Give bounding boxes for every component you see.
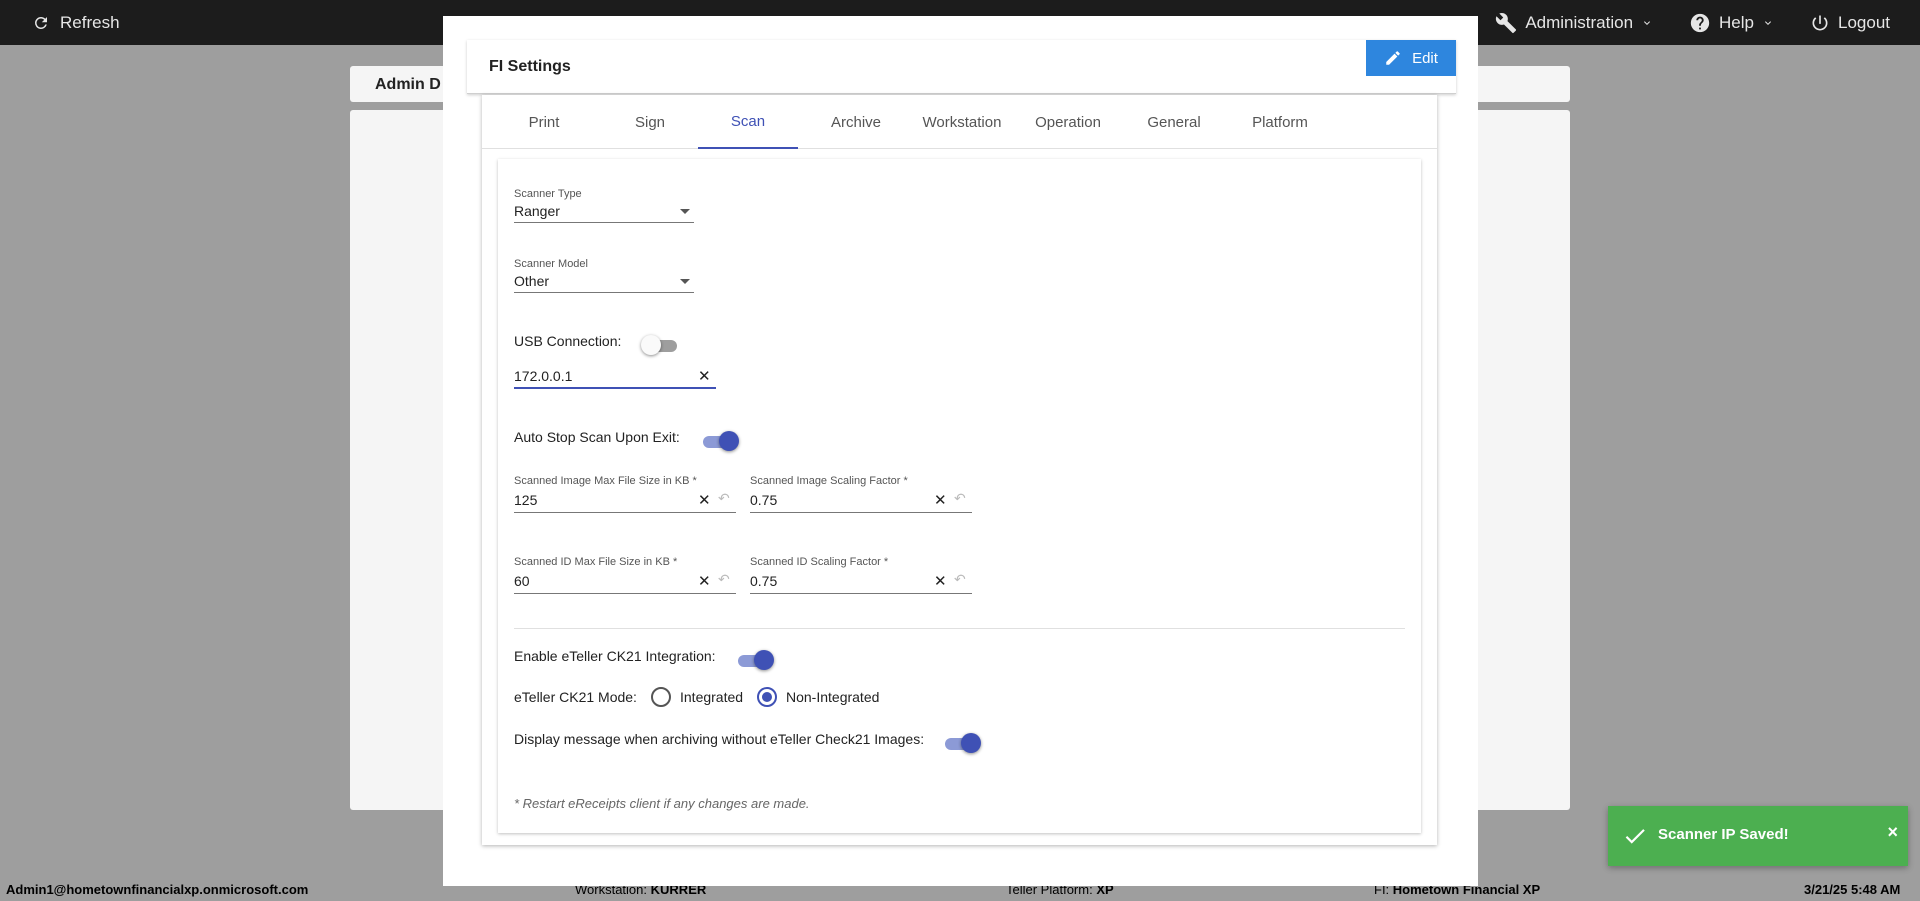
tab-archive[interactable]: Archive <box>806 95 906 149</box>
undo-icon[interactable]: ↶ <box>954 490 966 507</box>
power-icon <box>1812 15 1828 30</box>
toggle-thumb <box>719 431 739 451</box>
refresh-label: Refresh <box>60 12 120 32</box>
toggle-thumb <box>754 650 774 670</box>
administration-label: Administration <box>1525 12 1634 32</box>
id-max-size-value: 60 <box>514 573 530 589</box>
refresh-icon <box>35 16 47 29</box>
chevron-down-icon <box>1765 20 1771 25</box>
top-nav-menu: Administration Help Logout <box>1495 0 1890 45</box>
toggle-thumb <box>641 335 661 355</box>
image-max-size-input[interactable]: 125 ✕ ↶ <box>514 489 736 513</box>
checkmark-icon <box>1625 829 1645 844</box>
toast-message: Scanner IP Saved! <box>1658 826 1789 843</box>
scanner-model-value: Other <box>514 273 550 289</box>
radio-integrated[interactable] <box>651 687 671 707</box>
tab-platform[interactable]: Platform <box>1230 95 1330 149</box>
id-scaling-label: Scanned ID Scaling Factor * <box>750 556 889 568</box>
radio-non-integrated-label[interactable]: Non-Integrated <box>786 689 879 705</box>
help-menu[interactable]: Help <box>1689 12 1774 34</box>
image-scaling-input[interactable]: 0.75 ✕ ↶ <box>750 489 972 513</box>
scan-settings-panel: Scanner Type Ranger Scanner Model Other … <box>498 159 1421 833</box>
clear-icon[interactable]: ✕ <box>698 491 711 509</box>
clear-icon[interactable]: ✕ <box>698 572 711 590</box>
logout-button[interactable]: Logout <box>1810 13 1890 33</box>
clear-icon[interactable]: ✕ <box>698 367 711 385</box>
scanner-ip-input[interactable]: 172.0.0.1 ✕ <box>514 365 716 389</box>
id-max-size-input[interactable]: 60 ✕ ↶ <box>514 570 736 594</box>
tab-sign[interactable]: Sign <box>600 95 700 149</box>
radio-non-integrated[interactable] <box>757 687 777 707</box>
dialog-header: FI Settings Edit <box>467 40 1456 94</box>
administration-menu[interactable]: Administration <box>1495 12 1653 34</box>
radio-integrated-label[interactable]: Integrated <box>680 689 743 705</box>
section-divider <box>514 628 1405 629</box>
auto-stop-toggle[interactable] <box>703 431 739 451</box>
image-max-size-value: 125 <box>514 492 538 508</box>
ck21-integration-toggle[interactable] <box>738 650 774 670</box>
dialog-title: FI Settings <box>489 58 571 75</box>
tab-general[interactable]: General <box>1124 95 1224 149</box>
id-scaling-value: 0.75 <box>750 573 778 589</box>
toggle-thumb <box>961 733 981 753</box>
tab-operation[interactable]: Operation <box>1018 95 1118 149</box>
ck21-integration-label: Enable eTeller CK21 Integration: <box>514 648 716 664</box>
restart-note: * Restart eReceipts client if any change… <box>514 796 810 811</box>
scanner-ip-value: 172.0.0.1 <box>514 368 573 384</box>
pencil-icon <box>1386 51 1400 65</box>
undo-icon[interactable]: ↶ <box>718 571 730 588</box>
auto-stop-label: Auto Stop Scan Upon Exit: <box>514 429 680 445</box>
tab-print[interactable]: Print <box>494 95 594 149</box>
id-scaling-input[interactable]: 0.75 ✕ ↶ <box>750 570 972 594</box>
chevron-down-icon <box>1644 20 1651 25</box>
clear-icon[interactable]: ✕ <box>934 491 947 509</box>
dropdown-caret-icon <box>680 209 690 214</box>
settings-tabs: Print Sign Scan Archive Workstation Oper… <box>482 95 1437 149</box>
tab-workstation[interactable]: Workstation <box>912 95 1012 149</box>
clear-icon[interactable]: ✕ <box>934 572 947 590</box>
undo-icon[interactable]: ↶ <box>718 490 730 507</box>
status-datetime: 3/21/25 5:48 AM <box>1804 882 1901 897</box>
settings-card: Print Sign Scan Archive Workstation Oper… <box>482 95 1437 845</box>
scanner-type-label: Scanner Type <box>514 188 582 200</box>
scanner-type-select[interactable]: Ranger <box>514 201 694 223</box>
dropdown-caret-icon <box>680 279 690 284</box>
display-message-toggle[interactable] <box>945 733 981 753</box>
wrench-icon <box>1496 12 1517 33</box>
help-icon <box>1690 13 1710 32</box>
scanner-model-label: Scanner Model <box>514 258 588 270</box>
scanner-model-select[interactable]: Other <box>514 271 694 293</box>
image-scaling-label: Scanned Image Scaling Factor * <box>750 475 908 487</box>
scanner-type-value: Ranger <box>514 203 560 219</box>
image-scaling-value: 0.75 <box>750 492 778 508</box>
fi-settings-dialog: FI Settings Edit Print Sign Scan Archive… <box>443 16 1478 886</box>
tab-scan[interactable]: Scan <box>698 95 798 149</box>
id-max-size-label: Scanned ID Max File Size in KB * <box>514 556 678 568</box>
display-message-label: Display message when archiving without e… <box>514 731 925 747</box>
help-label: Help <box>1719 12 1754 32</box>
undo-icon[interactable]: ↶ <box>954 571 966 588</box>
status-user: Admin1@hometownfinancialxp.onmicrosoft.c… <box>6 882 309 897</box>
image-max-size-label: Scanned Image Max File Size in KB * <box>514 475 697 487</box>
logout-label: Logout <box>1838 12 1890 32</box>
ck21-mode-label: eTeller CK21 Mode: <box>514 689 637 705</box>
refresh-button[interactable]: Refresh <box>32 0 120 45</box>
usb-connection-toggle[interactable] <box>641 335 679 355</box>
edit-label: Edit <box>1412 49 1438 67</box>
close-icon[interactable]: × <box>1887 822 1898 843</box>
success-toast: Scanner IP Saved! × <box>1608 806 1908 866</box>
edit-button[interactable]: Edit <box>1366 40 1456 76</box>
usb-connection-label: USB Connection: <box>514 333 622 349</box>
